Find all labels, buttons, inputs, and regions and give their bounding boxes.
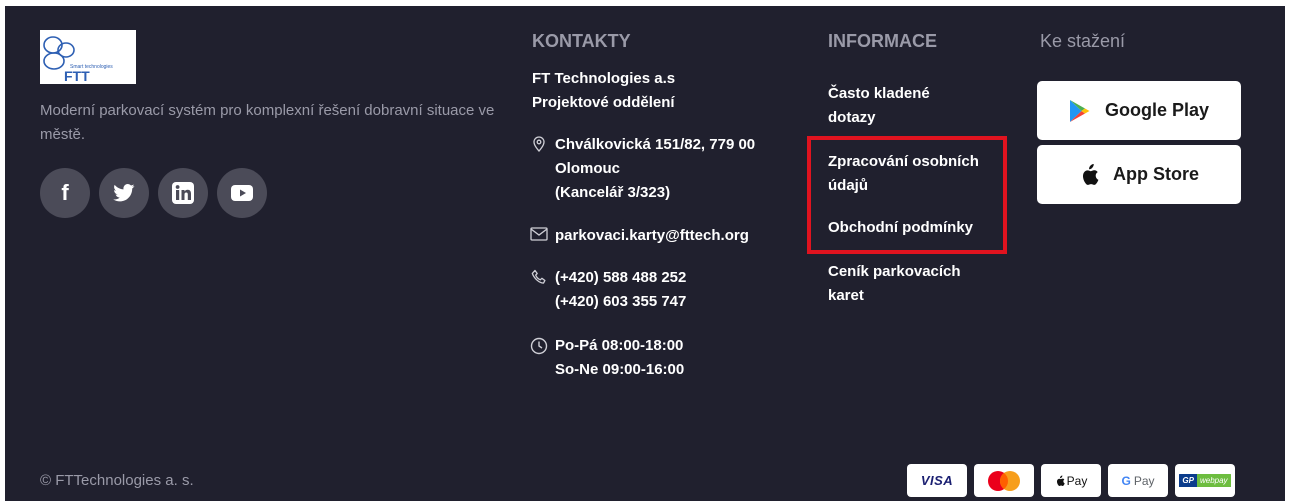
pricing-link-line-2: karet [828, 287, 864, 304]
phone-row: (+420) 588 488 252 (+420) 603 355 747 [529, 266, 686, 314]
company-logo[interactable]: Smart technologies FTT [40, 30, 136, 84]
gp-webpay-short: GP [1179, 474, 1197, 487]
downloads-heading: Ke stažení [1040, 31, 1126, 51]
apple-pay-label: Pay [1066, 473, 1088, 488]
apple-icon [1082, 163, 1099, 185]
google-play-button[interactable]: Google Play [1037, 81, 1241, 140]
mastercard-icon [988, 470, 1020, 491]
phone-icon [529, 266, 549, 290]
google-pay-label: Pay [1133, 473, 1155, 488]
youtube-icon [231, 185, 253, 201]
clock-icon [529, 334, 549, 358]
logo-graphic: Smart technologies FTT [43, 36, 113, 84]
location-pin-icon [529, 133, 549, 157]
logo-text: FTT [64, 68, 90, 84]
twitter-link[interactable] [99, 168, 149, 218]
visa-logo: VISA [920, 473, 954, 488]
email-row[interactable]: parkovaci.karty@fttech.org [529, 224, 749, 248]
faq-link[interactable]: Často kladené dotazy [828, 82, 998, 130]
highlight-box [807, 136, 1007, 254]
hours-weekend: So-Ne 09:00-16:00 [555, 361, 685, 378]
pricing-link-line-1: Ceník parkovacích [828, 263, 961, 280]
copyright-text: © FTTechnologies a. s. [40, 472, 194, 489]
google-play-label: Google Play [1104, 100, 1210, 120]
company-tagline: Moderní parkovací systém pro komplexní ř… [40, 102, 495, 143]
envelope-icon [529, 224, 549, 248]
twitter-icon [113, 184, 135, 202]
hours-weekdays: Po-Pá 08:00-18:00 [555, 337, 684, 354]
address-row: Chválkovická 151/82, 779 00 Olomouc (Kan… [529, 133, 755, 205]
address-line-1: Chválkovická 151/82, 779 00 [555, 136, 756, 153]
app-store-button[interactable]: App Store [1037, 145, 1241, 204]
gp-webpay-logo: GP webpay [1179, 473, 1231, 489]
facebook-icon: f [61, 180, 69, 205]
youtube-link[interactable] [217, 168, 267, 218]
apple-pay-icon [1056, 475, 1065, 486]
linkedin-icon [172, 182, 194, 204]
social-links: f [40, 168, 267, 218]
app-store-label: App Store [1112, 164, 1199, 184]
apple-pay-badge: Pay [1041, 464, 1101, 497]
email-link[interactable]: parkovaci.karty@fttech.org [555, 224, 749, 248]
google-play-icon [1069, 99, 1090, 122]
mastercard-badge [974, 464, 1034, 497]
address-line-2: Olomouc [555, 160, 621, 177]
google-g-icon: G [1121, 473, 1131, 488]
company-name-line: FT Technologies a.s [532, 70, 676, 87]
info-heading: INFORMACE [828, 31, 937, 51]
facebook-link[interactable]: f [40, 168, 90, 218]
department-line: Projektové oddělení [532, 94, 675, 111]
address-line-3: (Kancelář 3/323) [555, 184, 671, 201]
gp-webpay-badge: GP webpay [1175, 464, 1235, 497]
hours-row: Po-Pá 08:00-18:00 So-Ne 09:00-16:00 [529, 334, 684, 382]
faq-link-line-1: Často kladené [828, 85, 930, 102]
pricing-link[interactable]: Ceník parkovacích karet [828, 260, 998, 308]
phone-number-1[interactable]: (+420) 588 488 252 [555, 266, 686, 290]
phone-number-2[interactable]: (+420) 603 355 747 [555, 290, 686, 314]
linkedin-link[interactable] [158, 168, 208, 218]
visa-badge: VISA [907, 464, 967, 497]
google-pay-badge: G Pay [1108, 464, 1168, 497]
site-footer: Smart technologies FTT Moderní parkovací… [5, 6, 1285, 501]
company-name: FT Technologies a.s Projektové oddělení [532, 67, 675, 115]
faq-link-line-2: dotazy [828, 109, 876, 126]
gp-webpay-label: webpay [1196, 474, 1231, 487]
contacts-heading: KONTAKTY [532, 31, 631, 51]
